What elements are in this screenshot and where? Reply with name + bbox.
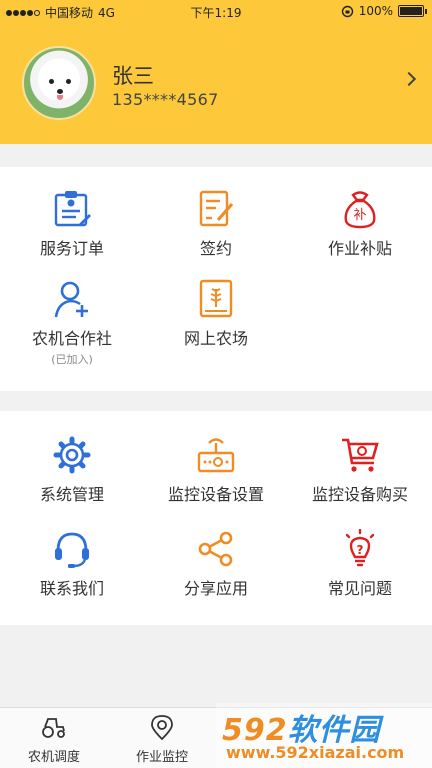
- watermark-url: www.592xiazai.com: [226, 743, 405, 762]
- online-farm-label: 网上农场: [183, 329, 248, 348]
- profile-phone: 135****4567: [112, 90, 219, 109]
- tab-dispatch[interactable]: 农机调度: [0, 714, 108, 765]
- tab-monitoring-label: 作业监控: [135, 750, 188, 765]
- add-user-icon: [54, 281, 88, 318]
- contact-us-label: 联系我们: [39, 579, 104, 598]
- wheat-book-icon: [199, 279, 233, 318]
- location-camera-icon: [151, 715, 173, 741]
- subsidy-badge-text: 补: [353, 208, 366, 223]
- monitor-purchase-label: 监控设备购买: [311, 485, 408, 504]
- status-right: 100%: [341, 4, 427, 18]
- battery-icon: [398, 5, 427, 17]
- profile-name: 张三: [112, 64, 154, 88]
- tractor-icon: [42, 718, 65, 738]
- clipboard-icon: [54, 191, 91, 227]
- cooperative-label: 农机合作社: [31, 329, 112, 348]
- profile-header[interactable]: 张三 135****4567: [0, 24, 432, 144]
- gear-icon: [53, 436, 91, 474]
- share-icon: [198, 531, 233, 567]
- headset-icon: [55, 532, 89, 568]
- cooperative-item[interactable]: 农机合作社 (已加入): [0, 279, 144, 367]
- share-app-label: 分享应用: [183, 579, 248, 598]
- monitor-setup-item[interactable]: 监控设备设置: [144, 435, 288, 505]
- share-app-item[interactable]: 分享应用: [144, 529, 288, 599]
- online-farm-item[interactable]: 网上农场: [144, 279, 288, 349]
- svg-text:?: ?: [357, 543, 364, 557]
- lightbulb-question-icon: ?: [345, 529, 375, 567]
- system-management-item[interactable]: 系统管理: [0, 435, 144, 505]
- contract-item[interactable]: 签约: [144, 189, 288, 259]
- subsidy-label: 作业补贴: [327, 239, 392, 258]
- money-bag-icon: 补: [344, 191, 376, 229]
- contract-label: 签约: [199, 239, 232, 258]
- faq-label: 常见问题: [327, 579, 392, 598]
- contract-pen-icon: [199, 190, 234, 227]
- avatar[interactable]: [22, 46, 96, 120]
- cooperative-status: (已加入): [51, 353, 93, 366]
- service-orders-item[interactable]: 服务订单: [0, 189, 144, 259]
- faq-item[interactable]: ? 常见问题: [288, 529, 432, 599]
- monitor-purchase-item[interactable]: 监控设备购买: [288, 435, 432, 505]
- watermark-logo: 592软件园 www.592xiazai.com: [216, 703, 432, 768]
- tab-dispatch-label: 农机调度: [27, 750, 80, 765]
- router-icon: [197, 438, 235, 473]
- cart-camera-icon: [342, 438, 379, 472]
- service-orders-label: 服务订单: [39, 239, 104, 258]
- subsidy-item[interactable]: 补 作业补贴: [288, 189, 432, 259]
- chevron-right-icon[interactable]: [401, 71, 417, 87]
- rotation-lock-icon: [341, 5, 353, 17]
- status-bar: 中国移动 4G 下午1:19 100%: [0, 0, 432, 24]
- system-management-label: 系统管理: [39, 485, 104, 504]
- contact-us-item[interactable]: 联系我们: [0, 529, 144, 599]
- settings-section: 系统管理 监控设备设置 监控设备购买 联系我们 分享应用 ? 常见问题: [0, 411, 432, 625]
- monitor-setup-label: 监控设备设置: [167, 485, 264, 504]
- tab-monitoring[interactable]: 作业监控: [108, 714, 216, 765]
- services-section: 服务订单 签约 补 作业补贴 农机合作社 (已加入) 网上农场: [0, 167, 432, 391]
- battery-percent: 100%: [358, 4, 393, 18]
